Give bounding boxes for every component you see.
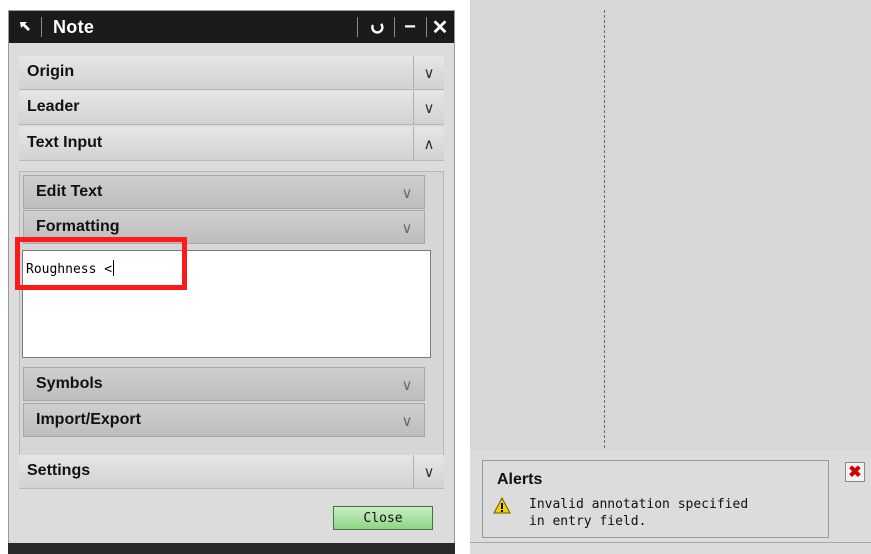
alerts-panel: Alerts Invalid annotation specified in e… (482, 460, 829, 538)
dashed-guide-line (604, 10, 605, 448)
close-icon: ✕ (431, 16, 449, 39)
chevron-down-icon[interactable]: ∨ (390, 211, 424, 244)
alert-message-line: in entry field. (529, 514, 647, 529)
close-button[interactable]: Close (333, 506, 433, 530)
warning-icon (493, 497, 511, 514)
graphics-workspace[interactable] (470, 0, 871, 450)
section-settings[interactable]: Settings ∨ (19, 455, 444, 489)
chevron-down-icon[interactable]: ∨ (413, 56, 444, 89)
chevron-down-icon[interactable]: ∨ (390, 404, 424, 437)
alerts-title: Alerts (497, 471, 543, 488)
divider (41, 17, 42, 37)
section-label: Origin (27, 63, 75, 80)
subsection-label: Symbols (36, 375, 103, 392)
highlight-box (15, 237, 187, 290)
section-label: Settings (27, 462, 91, 479)
reset-button[interactable] (361, 11, 393, 43)
close-window-button[interactable]: ✕ (424, 11, 456, 43)
dialog-titlebar[interactable]: Note − ✕ (9, 11, 454, 43)
subsection-label: Edit Text (36, 183, 103, 200)
divider (470, 542, 871, 543)
subsection-import-export[interactable]: Import/Export ∨ (23, 403, 425, 437)
section-origin[interactable]: Origin ∨ (19, 56, 444, 90)
subsection-label: Import/Export (36, 411, 141, 428)
chevron-down-icon[interactable]: ∨ (390, 368, 424, 401)
dialog-bottom-edge (8, 543, 455, 554)
chevron-down-icon[interactable]: ∨ (390, 176, 424, 209)
subsection-edit-text[interactable]: Edit Text ∨ (23, 175, 425, 209)
close-icon: ✖ (848, 464, 862, 481)
dialog-title: Note (53, 17, 95, 37)
alert-message-line: Invalid annotation specified (529, 497, 749, 512)
alerts-close-button[interactable]: ✖ (845, 462, 865, 482)
subsection-label: Formatting (36, 218, 120, 235)
chevron-up-icon[interactable]: ∧ (413, 127, 444, 160)
minimize-icon: − (404, 15, 416, 38)
subsection-symbols[interactable]: Symbols ∨ (23, 367, 425, 401)
section-text-input[interactable]: Text Input ∧ (19, 127, 444, 161)
minimize-button[interactable]: − (394, 11, 426, 43)
chevron-down-icon[interactable]: ∨ (413, 455, 444, 488)
divider (357, 17, 358, 37)
chevron-down-icon[interactable]: ∨ (413, 91, 444, 124)
reset-icon (371, 23, 384, 34)
arrow-icon (9, 11, 41, 43)
section-label: Leader (27, 98, 80, 115)
section-leader[interactable]: Leader ∨ (19, 91, 444, 125)
section-label: Text Input (27, 134, 103, 151)
alert-message: Invalid annotation specified in entry fi… (529, 496, 748, 530)
